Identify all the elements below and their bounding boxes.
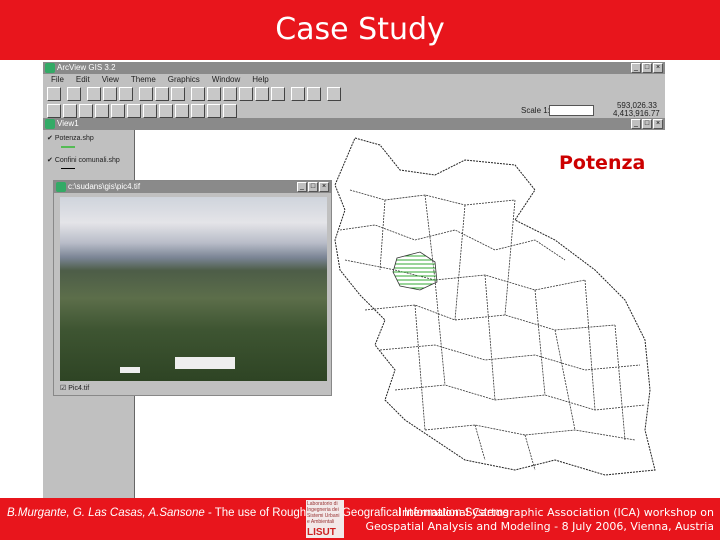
edit-legend-button[interactable] xyxy=(103,87,117,101)
text-tool[interactable] xyxy=(207,104,221,118)
image-minimize-button[interactable]: _ xyxy=(297,182,307,192)
view-close-button[interactable]: × xyxy=(653,119,663,129)
view-minimize-button[interactable]: _ xyxy=(631,119,641,129)
maximize-button[interactable]: □ xyxy=(642,63,652,73)
menu-window[interactable]: Window xyxy=(212,74,240,86)
select-graphics-button[interactable] xyxy=(291,87,305,101)
tool-bar xyxy=(47,104,237,118)
help-button[interactable] xyxy=(327,87,341,101)
lisut-logo: Laboratorio di Ingegneria dei Sistemi Ur… xyxy=(306,500,344,538)
pan-tool[interactable] xyxy=(143,104,157,118)
legend-item-confini[interactable]: ✔ Confini comunali.shp xyxy=(47,156,120,169)
menu-view[interactable]: View xyxy=(102,74,119,86)
select-feature-tool[interactable] xyxy=(95,104,109,118)
landscape-photo xyxy=(60,197,327,381)
image-maximize-button[interactable]: □ xyxy=(308,182,318,192)
view-title-bar: View1 _ □ × xyxy=(43,118,665,130)
scale-label: Scale 1: xyxy=(521,106,550,115)
legend-label: Confini comunali.shp xyxy=(54,157,120,164)
image-window: c:\sudans\gis\pic4.tif _ □ × ☑ Pic4.tif xyxy=(53,180,332,396)
view-title: View1 xyxy=(57,119,79,128)
menu-file[interactable]: File xyxy=(51,74,64,86)
close-button[interactable]: × xyxy=(653,63,663,73)
footer-authors: B.Murgante, G. Las Casas, A.Sansone xyxy=(7,507,205,519)
app-title: ArcView GIS 3.2 xyxy=(57,63,116,72)
map-label-potenza: Potenza xyxy=(559,152,646,174)
query-button[interactable] xyxy=(171,87,185,101)
draw-tool[interactable] xyxy=(223,104,237,118)
zoom-active-button[interactable] xyxy=(207,87,221,101)
arcview-window: ArcView GIS 3.2 _ □ × File Edit View Theme… xyxy=(43,62,665,498)
identify-tool[interactable] xyxy=(47,104,61,118)
legend-label: Potenza.shp xyxy=(54,135,94,142)
find-button[interactable] xyxy=(139,87,153,101)
coord-y: 4,413,916.77 xyxy=(613,109,660,118)
menu-theme[interactable]: Theme xyxy=(131,74,156,86)
zoom-out-tool[interactable] xyxy=(127,104,141,118)
logo-text: Laboratorio di Ingegneria dei Sistemi Ur… xyxy=(307,501,340,525)
zoom-full-button[interactable] xyxy=(191,87,205,101)
label-tool[interactable] xyxy=(191,104,205,118)
potenza-municipality xyxy=(392,251,438,291)
province-boundary xyxy=(334,137,656,476)
toolbar-buttons xyxy=(47,87,341,101)
image-close-button[interactable]: × xyxy=(319,182,329,192)
logo-mark: LISUT xyxy=(307,527,336,538)
coordinate-readout: 593,026.33 4,413,916.77 xyxy=(613,102,660,118)
footer-event-details: Geospatial Analysis and Modeling - 8 Jul… xyxy=(365,520,714,533)
zoom-in-button[interactable] xyxy=(239,87,253,101)
locate-button[interactable] xyxy=(155,87,169,101)
legend-symbol xyxy=(61,168,75,169)
scale-input[interactable] xyxy=(549,105,594,116)
slide-title: Case Study xyxy=(0,0,720,60)
zoom-selected-button[interactable] xyxy=(223,87,237,101)
clear-selection-button[interactable] xyxy=(307,87,321,101)
image-legend-item[interactable]: ☑ Pic4.tif xyxy=(60,384,89,392)
zoom-previous-button[interactable] xyxy=(271,87,285,101)
hotlink-tool[interactable] xyxy=(175,104,189,118)
minimize-button[interactable]: _ xyxy=(631,63,641,73)
view-restore-button[interactable]: □ xyxy=(642,119,652,129)
measure-tool[interactable] xyxy=(159,104,173,118)
image-legend-label: Pic4.tif xyxy=(68,385,90,392)
menu-graphics[interactable]: Graphics xyxy=(168,74,200,86)
footer: B.Murgante, G. Las Casas, A.Sansone - Th… xyxy=(0,498,720,540)
zoom-out-button[interactable] xyxy=(255,87,269,101)
image-icon xyxy=(56,182,66,192)
open-table-button[interactable] xyxy=(119,87,133,101)
menu-bar: File Edit View Theme Graphics Window Hel… xyxy=(43,74,269,86)
theme-properties-button[interactable] xyxy=(87,87,101,101)
save-button[interactable] xyxy=(47,87,61,101)
vertex-tool[interactable] xyxy=(79,104,93,118)
arcview-icon xyxy=(45,63,55,73)
legend-symbol xyxy=(61,146,75,148)
footer-event: International Cartographic Association (… xyxy=(398,506,714,519)
add-theme-button[interactable] xyxy=(67,87,81,101)
zoom-in-tool[interactable] xyxy=(111,104,125,118)
app-title-bar: ArcView GIS 3.2 _ □ × xyxy=(43,62,665,74)
view-icon xyxy=(45,119,55,129)
menu-edit[interactable]: Edit xyxy=(76,74,90,86)
menu-help[interactable]: Help xyxy=(252,74,268,86)
image-title-bar: c:\sudans\gis\pic4.tif _ □ × xyxy=(54,181,331,193)
legend-item-potenza[interactable]: ✔ Potenza.shp xyxy=(47,134,94,148)
image-title: c:\sudans\gis\pic4.tif xyxy=(68,182,141,191)
pointer-tool[interactable] xyxy=(63,104,77,118)
